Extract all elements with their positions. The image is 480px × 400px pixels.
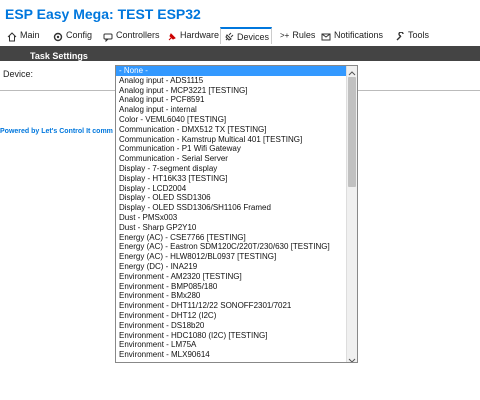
- tab-controllers[interactable]: Controllers: [100, 27, 163, 44]
- footer: Powered by Let's Control It comm: [0, 128, 113, 135]
- dropdown-option[interactable]: Display - OLED SSD1306/SH1106 Framed: [116, 203, 347, 213]
- tab-label: Controllers: [116, 30, 160, 40]
- tab-devices[interactable]: Devices: [220, 27, 272, 44]
- scroll-up-icon[interactable]: [347, 66, 357, 76]
- gear-icon: [53, 31, 63, 41]
- dropdown-option[interactable]: Environment - BMx280: [116, 291, 347, 301]
- scrollbar[interactable]: [346, 66, 357, 362]
- dropdown-option[interactable]: Environment - DHT11/12/22 SONOFF2301/702…: [116, 301, 347, 311]
- section-title: Task Settings: [30, 51, 88, 61]
- dropdown-option[interactable]: Analog input - PCF8591: [116, 95, 347, 105]
- dropdown-option[interactable]: Environment - LM75A: [116, 340, 347, 350]
- tab-hardware[interactable]: Hardware: [164, 27, 222, 44]
- dropdown-option[interactable]: Environment - HDC1080 (I2C) [TESTING]: [116, 331, 347, 341]
- tab-label: Main: [20, 30, 40, 40]
- dropdown-option[interactable]: Environment - AM2320 [TESTING]: [116, 272, 347, 282]
- dropdown-option[interactable]: Color - VEML6040 [TESTING]: [116, 115, 347, 125]
- dropdown-option[interactable]: Energy (AC) - Eastron SDM120C/220T/230/6…: [116, 242, 347, 252]
- footer-suffix: comm: [90, 128, 113, 135]
- tab-bar: Main Config Controllers Hardware Devices…: [0, 27, 480, 44]
- footer-link[interactable]: Let's Control It: [41, 128, 90, 135]
- dropdown-option[interactable]: Analog input - ADS1115: [116, 76, 347, 86]
- dropdown-option[interactable]: Dust - PMSx003: [116, 213, 347, 223]
- tab-tools[interactable]: Tools: [392, 27, 432, 44]
- dropdown-option[interactable]: - None -: [116, 66, 347, 76]
- tab-label: Rules: [292, 30, 316, 40]
- tab-label: Notifications: [334, 30, 384, 40]
- dropdown-option[interactable]: Analog input - MCP3221 [TESTING]: [116, 86, 347, 96]
- dropdown-option[interactable]: Communication - P1 Wifi Gateway: [116, 144, 347, 154]
- option-list: - None - Analog input - ADS1115 Analog inp…: [116, 66, 347, 360]
- scroll-down-icon[interactable]: [347, 352, 357, 362]
- dropdown-option[interactable]: Communication - Serial Server: [116, 154, 347, 164]
- dropdown-option[interactable]: Display - OLED SSD1306: [116, 193, 347, 203]
- chat-icon: [103, 31, 113, 42]
- dropdown-option[interactable]: Display - LCD2004: [116, 184, 347, 194]
- tab-label: Tools: [408, 30, 430, 40]
- dropdown-option[interactable]: Environment - DHT12 (I2C): [116, 311, 347, 321]
- envelope-icon: [321, 31, 331, 41]
- footer-prefix: Powered by: [0, 128, 42, 135]
- tab-config[interactable]: Config: [50, 27, 95, 44]
- dropdown-option[interactable]: Dust - Sharp GP2Y10: [116, 223, 347, 233]
- dropdown-option[interactable]: Energy (AC) - CSE7766 [TESTING]: [116, 233, 347, 243]
- dropdown-option[interactable]: Analog input - internal: [116, 105, 347, 115]
- tab-label: Config: [66, 30, 93, 40]
- scrollbar-thumb[interactable]: [348, 77, 356, 187]
- dropdown-option[interactable]: Environment - DS18b20: [116, 321, 347, 331]
- dropdown-option[interactable]: Environment - BMP085/180: [116, 282, 347, 292]
- wrench-icon: [395, 30, 405, 41]
- tab-main[interactable]: Main: [4, 27, 43, 44]
- dropdown-option[interactable]: Display - HT16K33 [TESTING]: [116, 174, 347, 184]
- dropdown-option[interactable]: Energy (DC) - INA219: [116, 262, 347, 272]
- tab-label: Devices: [237, 31, 270, 42]
- dropdown-option[interactable]: Communication - DMX512 TX [TESTING]: [116, 125, 347, 135]
- dropdown-option[interactable]: Environment - MLX90614: [116, 350, 347, 360]
- device-label: Device:: [3, 69, 34, 79]
- section-header: Task Settings: [0, 46, 480, 61]
- dropdown-option[interactable]: Energy (AC) - HLW8012/BL0937 [TESTING]: [116, 252, 347, 262]
- dropdown-option[interactable]: Communication - Kamstrup Multical 401 [T…: [116, 135, 347, 145]
- pin-icon: [167, 31, 177, 41]
- dropdown-option[interactable]: Display - 7-segment display: [116, 164, 347, 174]
- app-title: ESP Easy Mega: TEST ESP32: [5, 6, 201, 22]
- plug-icon: [224, 32, 234, 42]
- tab-rules[interactable]: >+ Rules: [277, 27, 318, 44]
- arrow-icon: >+: [280, 31, 290, 40]
- tab-notifications[interactable]: Notifications: [318, 27, 386, 44]
- device-dropdown-list[interactable]: - None - Analog input - ADS1115 Analog inp…: [115, 65, 358, 363]
- tab-label: Hardware: [180, 30, 220, 40]
- home-icon: [7, 31, 17, 41]
